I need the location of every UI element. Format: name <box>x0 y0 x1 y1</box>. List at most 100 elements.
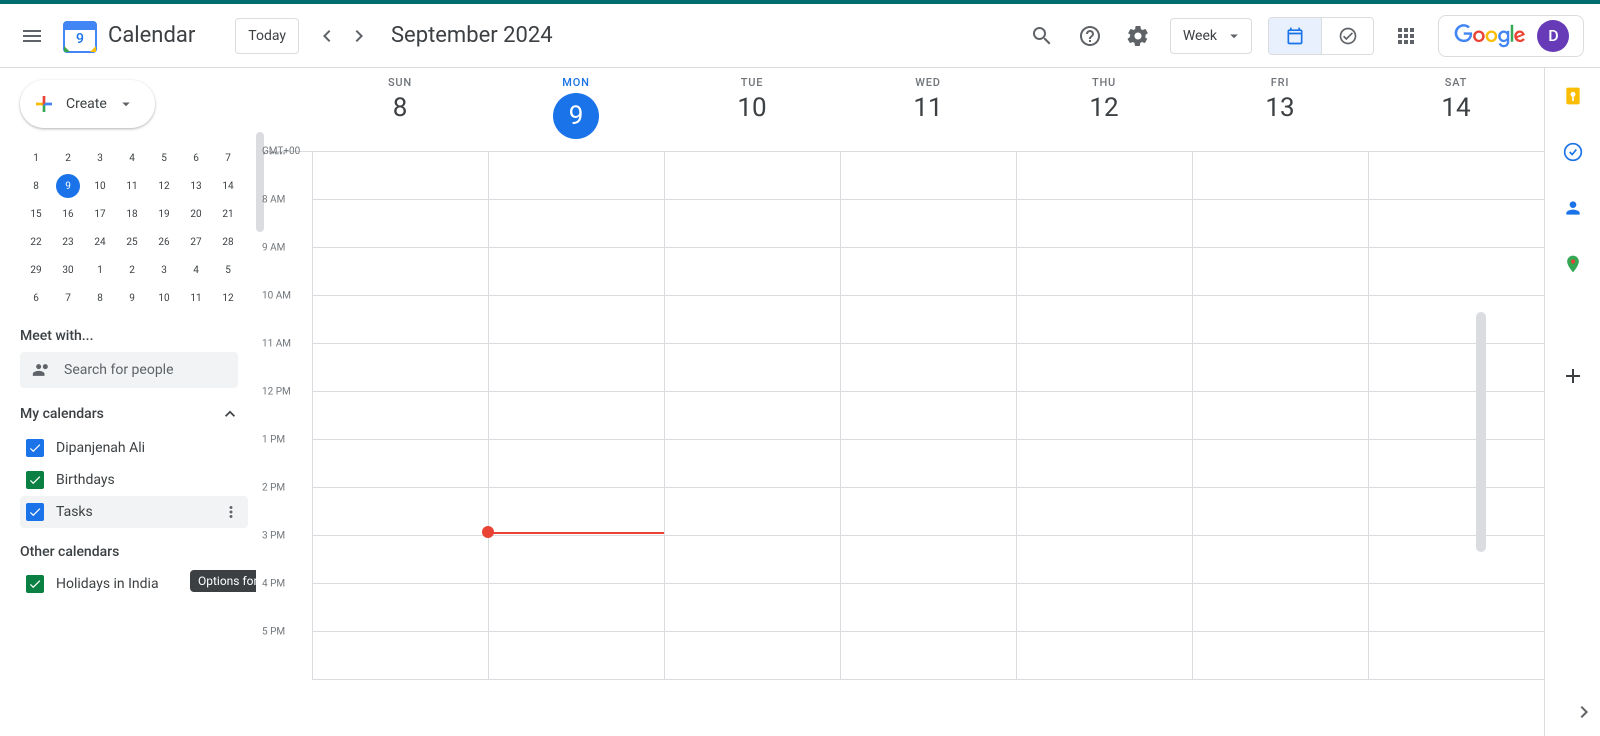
time-cell[interactable] <box>840 536 1016 583</box>
contacts-addon-button[interactable] <box>1553 188 1593 228</box>
minical-day[interactable]: 25 <box>116 228 148 256</box>
time-cell[interactable] <box>1368 392 1544 439</box>
checkbox-icon[interactable] <box>26 471 44 489</box>
minical-day[interactable]: 4 <box>180 256 212 284</box>
time-cell[interactable] <box>1368 488 1544 535</box>
minical-day[interactable]: 7 <box>52 284 84 312</box>
hour-row[interactable] <box>312 392 1544 440</box>
minical-day[interactable]: 30 <box>52 256 84 284</box>
time-cell[interactable] <box>488 248 664 295</box>
minical-day[interactable]: 16 <box>52 200 84 228</box>
time-cell[interactable] <box>1192 392 1368 439</box>
hour-row[interactable] <box>312 536 1544 584</box>
time-cell[interactable] <box>1016 536 1192 583</box>
time-cell[interactable] <box>1016 200 1192 247</box>
minical-day[interactable]: 8 <box>20 172 52 200</box>
minical-day[interactable]: 27 <box>180 228 212 256</box>
get-addons-button[interactable] <box>1553 356 1593 396</box>
minical-day[interactable]: 20 <box>180 200 212 228</box>
my-calendars-heading[interactable]: My calendars <box>20 404 248 424</box>
minical-day[interactable]: 18 <box>116 200 148 228</box>
time-cell[interactable] <box>664 584 840 631</box>
minical-day[interactable]: 24 <box>84 228 116 256</box>
day-header[interactable]: SUN8 <box>312 68 488 151</box>
time-cell[interactable] <box>488 200 664 247</box>
minical-day[interactable]: 23 <box>52 228 84 256</box>
day-header[interactable]: SAT14 <box>1368 68 1544 151</box>
time-cell[interactable] <box>1192 584 1368 631</box>
time-cell[interactable] <box>1016 584 1192 631</box>
keep-addon-button[interactable] <box>1553 76 1593 116</box>
time-cell[interactable] <box>488 584 664 631</box>
minical-day[interactable]: 28 <box>212 228 244 256</box>
prev-period-button[interactable] <box>311 20 343 52</box>
time-cell[interactable] <box>1192 488 1368 535</box>
checkbox-icon[interactable] <box>26 503 44 521</box>
minical-day[interactable]: 5 <box>212 256 244 284</box>
time-cell[interactable] <box>1016 440 1192 487</box>
hour-row[interactable] <box>312 152 1544 200</box>
time-cell[interactable] <box>1192 344 1368 391</box>
time-cell[interactable] <box>312 248 488 295</box>
google-account-area[interactable]: D <box>1438 15 1584 57</box>
minical-day[interactable]: 3 <box>84 144 116 172</box>
day-header[interactable]: THU12 <box>1016 68 1192 151</box>
time-cell[interactable] <box>840 248 1016 295</box>
time-cell[interactable] <box>488 296 664 343</box>
time-cell[interactable] <box>1368 584 1544 631</box>
time-cell[interactable] <box>840 440 1016 487</box>
time-cell[interactable] <box>312 440 488 487</box>
time-cell[interactable] <box>312 344 488 391</box>
time-cell[interactable] <box>1016 344 1192 391</box>
time-cell[interactable] <box>840 200 1016 247</box>
time-cell[interactable] <box>840 632 1016 679</box>
time-cell[interactable] <box>488 344 664 391</box>
time-cell[interactable] <box>312 536 488 583</box>
time-cell[interactable] <box>312 584 488 631</box>
settings-button[interactable] <box>1114 12 1162 60</box>
time-cell[interactable] <box>1368 200 1544 247</box>
time-cell[interactable] <box>664 248 840 295</box>
minical-day[interactable]: 2 <box>52 144 84 172</box>
time-cell[interactable] <box>664 200 840 247</box>
time-cell[interactable] <box>1368 152 1544 199</box>
time-cell[interactable] <box>1016 248 1192 295</box>
time-cell[interactable] <box>664 632 840 679</box>
time-cell[interactable] <box>488 488 664 535</box>
time-cell[interactable] <box>664 296 840 343</box>
time-cell[interactable] <box>1368 632 1544 679</box>
time-cell[interactable] <box>1192 248 1368 295</box>
create-button[interactable]: Create <box>20 80 155 128</box>
help-button[interactable] <box>1066 12 1114 60</box>
day-header[interactable]: MON9 <box>488 68 664 151</box>
time-cell[interactable] <box>1368 296 1544 343</box>
minical-day[interactable]: 10 <box>148 284 180 312</box>
time-cell[interactable] <box>312 152 488 199</box>
time-cell[interactable] <box>1016 488 1192 535</box>
time-cell[interactable] <box>840 488 1016 535</box>
checkbox-icon[interactable] <box>26 439 44 457</box>
minical-day[interactable]: 1 <box>20 144 52 172</box>
minical-day[interactable]: 29 <box>20 256 52 284</box>
time-cell[interactable] <box>1192 152 1368 199</box>
time-cell[interactable] <box>1368 536 1544 583</box>
minical-day[interactable]: 22 <box>20 228 52 256</box>
time-cell[interactable] <box>1016 392 1192 439</box>
user-avatar[interactable]: D <box>1537 20 1569 52</box>
time-cell[interactable] <box>312 200 488 247</box>
time-cell[interactable] <box>840 296 1016 343</box>
search-button[interactable] <box>1018 12 1066 60</box>
day-header[interactable]: FRI13 <box>1192 68 1368 151</box>
hour-row[interactable] <box>312 584 1544 632</box>
today-button[interactable]: Today <box>235 18 299 54</box>
minical-day[interactable]: 11 <box>116 172 148 200</box>
minical-day[interactable]: 11 <box>180 284 212 312</box>
minical-day[interactable]: 15 <box>20 200 52 228</box>
minical-day[interactable]: 14 <box>212 172 244 200</box>
mini-calendar[interactable]: 1234567891011121314151617181920212223242… <box>20 144 248 312</box>
hour-row[interactable] <box>312 344 1544 392</box>
time-cell[interactable] <box>664 392 840 439</box>
minical-day[interactable]: 7 <box>212 144 244 172</box>
time-cell[interactable] <box>488 536 664 583</box>
tasks-addon-button[interactable] <box>1553 132 1593 172</box>
